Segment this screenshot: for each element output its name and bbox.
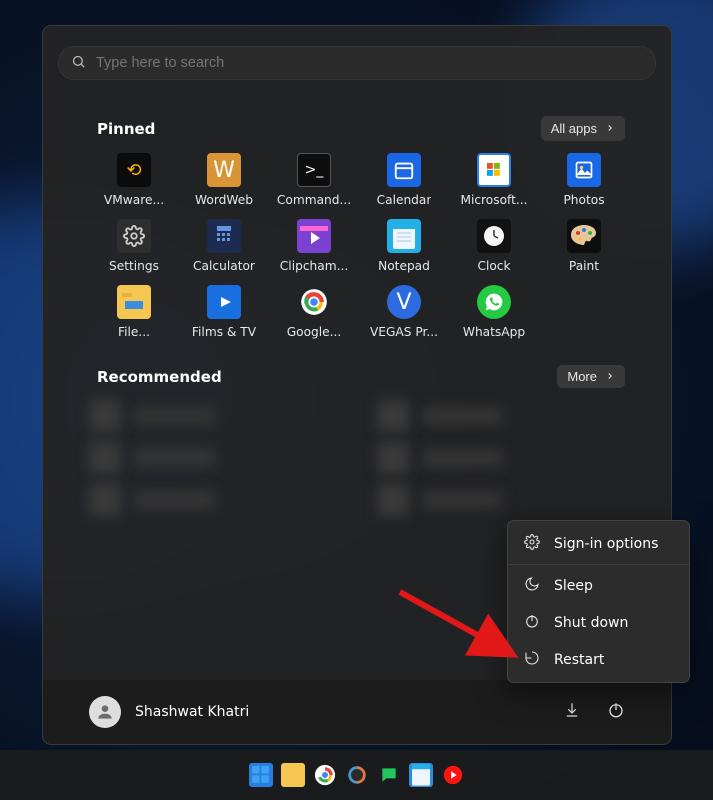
pinned-title: Pinned — [97, 120, 155, 138]
search-input[interactable] — [96, 55, 643, 71]
power-menu-shutdown[interactable]: Shut down — [508, 604, 689, 641]
chrome-icon — [297, 285, 331, 319]
cmd-icon: >_ — [297, 153, 331, 187]
taskbar-chrome[interactable] — [313, 763, 337, 787]
recommended-grid — [89, 398, 625, 518]
power-button[interactable] — [607, 701, 625, 723]
settings-icon — [117, 219, 151, 253]
fileexplorer-icon — [117, 285, 151, 319]
taskbar-notepad[interactable] — [409, 763, 433, 787]
clock-icon — [477, 219, 511, 253]
power-menu: Sign-in options Sleep Shut down Restart — [507, 520, 690, 683]
chevron-right-icon — [605, 121, 615, 136]
search-icon — [71, 54, 86, 73]
taskbar — [0, 750, 713, 800]
taskbar-copilot[interactable] — [345, 763, 369, 787]
clipchamp-icon — [297, 219, 331, 253]
recommended-item[interactable] — [377, 482, 625, 518]
whatsapp-icon — [477, 285, 511, 319]
paint-icon — [567, 219, 601, 253]
calendar-icon — [387, 153, 421, 187]
moon-icon — [524, 576, 540, 596]
app-clock[interactable]: Clock — [449, 213, 539, 277]
taskbar-start[interactable] — [249, 763, 273, 787]
recommended-item[interactable] — [89, 482, 337, 518]
app-file-explorer[interactable]: File... — [89, 279, 179, 343]
notepad-icon — [387, 219, 421, 253]
separator — [508, 564, 689, 565]
app-settings[interactable]: Settings — [89, 213, 179, 277]
msstore-icon — [477, 153, 511, 187]
user-button[interactable]: Shashwat Khatri — [89, 696, 249, 728]
power-menu-restart[interactable]: Restart — [508, 641, 689, 678]
app-clipchamp[interactable]: Clipcham... — [269, 213, 359, 277]
app-vegas[interactable]: VVEGAS Pr... — [359, 279, 449, 343]
app-calculator[interactable]: Calculator — [179, 213, 269, 277]
app-vmware[interactable]: ⟲VMware... — [89, 147, 179, 211]
more-button[interactable]: More — [557, 365, 625, 388]
taskbar-whatsapp[interactable] — [377, 763, 401, 787]
power-menu-sleep[interactable]: Sleep — [508, 567, 689, 604]
taskbar-youtube-music[interactable] — [441, 763, 465, 787]
gear-icon — [524, 534, 540, 554]
app-cmd[interactable]: >_Command... — [269, 147, 359, 211]
app-photos[interactable]: Photos — [539, 147, 629, 211]
films-icon — [207, 285, 241, 319]
recommended-item[interactable] — [89, 398, 337, 434]
taskbar-file-explorer[interactable] — [281, 763, 305, 787]
calculator-icon — [207, 219, 241, 253]
avatar-icon — [89, 696, 121, 728]
pinned-apps-grid: ⟲VMware... WWordWeb >_Command... Calenda… — [89, 147, 625, 343]
wordweb-icon: W — [207, 153, 241, 187]
recommended-item[interactable] — [377, 440, 625, 476]
username: Shashwat Khatri — [135, 704, 249, 720]
start-search[interactable] — [58, 46, 656, 80]
restart-icon — [524, 650, 540, 670]
power-icon — [524, 613, 540, 633]
app-chrome[interactable]: Google... — [269, 279, 359, 343]
downloads-button[interactable] — [563, 701, 581, 723]
app-whatsapp[interactable]: WhatsApp — [449, 279, 539, 343]
all-apps-button[interactable]: All apps — [541, 116, 625, 141]
app-films[interactable]: Films & TV — [179, 279, 269, 343]
app-msstore[interactable]: Microsoft... — [449, 147, 539, 211]
app-calendar[interactable]: Calendar — [359, 147, 449, 211]
power-menu-signin[interactable]: Sign-in options — [508, 525, 689, 562]
vmware-icon: ⟲ — [117, 153, 151, 187]
vegas-icon: V — [387, 285, 421, 319]
app-wordweb[interactable]: WWordWeb — [179, 147, 269, 211]
recommended-item[interactable] — [89, 440, 337, 476]
app-notepad[interactable]: Notepad — [359, 213, 449, 277]
recommended-item[interactable] — [377, 398, 625, 434]
photos-icon — [567, 153, 601, 187]
chevron-right-icon — [605, 369, 615, 384]
app-paint[interactable]: Paint — [539, 213, 629, 277]
recommended-title: Recommended — [97, 368, 222, 386]
